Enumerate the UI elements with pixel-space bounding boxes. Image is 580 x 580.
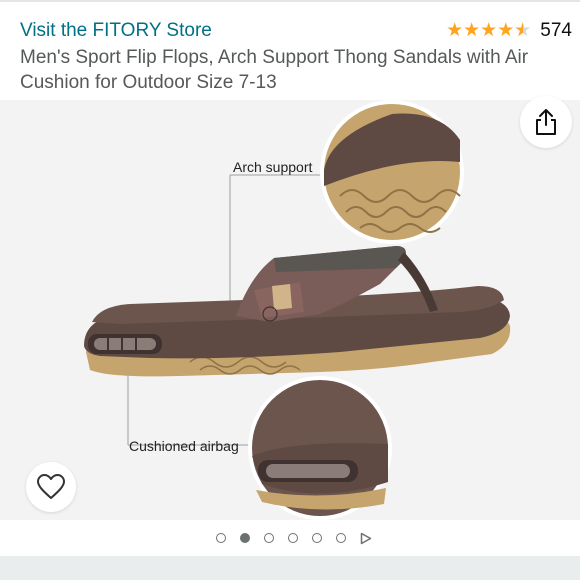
play-icon: [360, 532, 371, 544]
video-button[interactable]: [360, 532, 372, 545]
review-count[interactable]: 574: [540, 20, 572, 42]
pager-dot[interactable]: [287, 533, 298, 543]
pager-dot[interactable]: [311, 533, 322, 543]
pager-dot[interactable]: [335, 533, 346, 543]
product-title: Men's Sport Flip Flops, Arch Support Tho…: [20, 47, 529, 93]
bottom-divider: [0, 556, 580, 580]
share-button[interactable]: [520, 96, 572, 148]
star-icon: ★: [480, 20, 498, 41]
image-pager: [0, 520, 580, 556]
pager-dot[interactable]: [215, 533, 226, 543]
store-link[interactable]: Visit the FITORY Store: [20, 20, 212, 42]
rating[interactable]: ★ ★ ★ ★ ★★ 574: [446, 20, 572, 42]
product-header: Visit the FITORY Store ★ ★ ★ ★ ★★ 574 Me…: [0, 0, 580, 100]
arch-support-callout: Arch support: [233, 159, 313, 175]
favorite-button[interactable]: [26, 462, 76, 512]
pager-dot[interactable]: [263, 533, 274, 543]
pager-dot-active[interactable]: [239, 533, 250, 543]
star-icon: ★: [497, 20, 515, 41]
star-icon: ★: [446, 20, 464, 41]
product-image-gallery[interactable]: Arch support Cushioned airbag: [0, 100, 580, 520]
star-icon: ★: [463, 20, 481, 41]
share-icon: [536, 109, 556, 135]
rating-stars: ★ ★ ★ ★ ★★: [446, 21, 531, 41]
star-half-icon: ★★: [514, 20, 532, 41]
heart-icon: [37, 474, 65, 499]
cushioned-airbag-callout: Cushioned airbag: [129, 438, 239, 454]
